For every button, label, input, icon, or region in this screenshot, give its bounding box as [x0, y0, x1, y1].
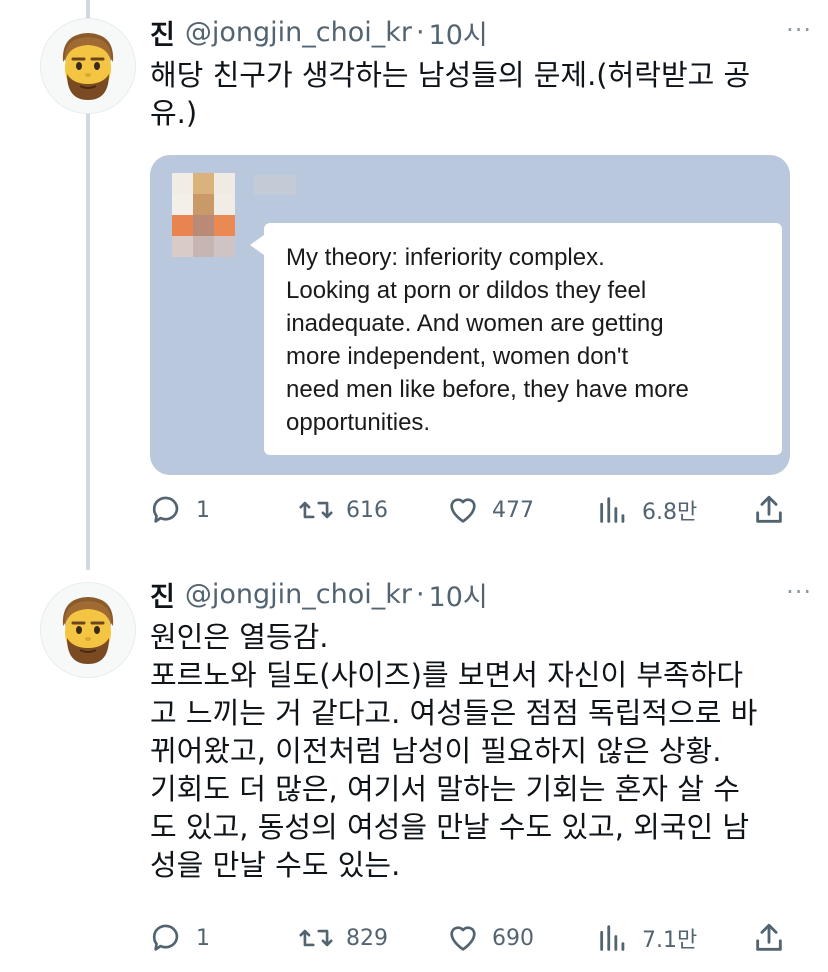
more-options-button[interactable]: ··· [786, 16, 812, 44]
timestamp[interactable]: 10시 [429, 575, 488, 614]
reply-count: 1 [196, 925, 210, 951]
avatar[interactable] [40, 18, 136, 114]
display-name[interactable]: 진 [150, 13, 175, 52]
message-bubble: My theory: inferiority complex. Looking … [250, 223, 782, 455]
separator: · [415, 16, 425, 48]
views-count: 7.1만 [642, 928, 698, 953]
views-button[interactable]: 6.8만 [596, 490, 697, 530]
action-bar: 1 616 477 6.8만 [150, 490, 814, 530]
retweet-button[interactable]: 616 [298, 490, 388, 530]
views-icon [600, 497, 625, 523]
retweet-count: 829 [346, 925, 388, 951]
retweet-button[interactable]: 829 [298, 918, 388, 958]
separator: · [415, 578, 425, 610]
retweet-count: 616 [346, 497, 388, 523]
blurred-name [254, 175, 296, 195]
user-handle[interactable]: @jongjin_choi_kr [185, 579, 412, 610]
user-handle[interactable]: @jongjin_choi_kr [185, 17, 412, 48]
tweet-header: 진 @jongjin_choi_kr · 10시 ··· [150, 575, 814, 614]
action-bar: 1 829 690 7.1만 [150, 918, 814, 958]
timestamp[interactable]: 10시 [429, 13, 488, 52]
tweet-header: 진 @jongjin_choi_kr · 10시 ··· [150, 13, 814, 52]
views-count: 6.8만 [642, 500, 698, 525]
retweet-icon [299, 501, 333, 519]
retweet-icon [299, 929, 333, 947]
avatar[interactable] [40, 582, 136, 678]
avatar-emoji [62, 597, 114, 664]
like-icon [450, 498, 476, 523]
like-count: 690 [492, 925, 534, 951]
message-text: My theory: inferiority complex. Looking … [286, 244, 689, 436]
pixelated-avatar [172, 173, 236, 257]
like-button[interactable]: 477 [446, 490, 534, 530]
reply-icon [152, 924, 179, 951]
reply-button[interactable]: 1 [150, 918, 210, 958]
like-button[interactable]: 690 [446, 918, 534, 958]
share-icon [756, 923, 782, 951]
tweet-text: 해당 친구가 생각하는 남성들의 문제.(허락받고 공 유.) [150, 58, 751, 130]
views-icon [600, 925, 625, 951]
like-icon [450, 926, 476, 951]
more-options-button[interactable]: ··· [786, 578, 812, 606]
reply-icon [152, 496, 179, 523]
share-icon [756, 495, 782, 523]
avatar-emoji [62, 33, 114, 100]
display-name[interactable]: 진 [150, 575, 175, 614]
like-count: 477 [492, 497, 534, 523]
share-button[interactable] [752, 918, 786, 958]
tweet[interactable]: 진 @jongjin_choi_kr · 10시 ··· 원인은 열등감. 포르… [0, 570, 828, 972]
views-button[interactable]: 7.1만 [596, 918, 697, 958]
tweet[interactable]: 진 @jongjin_choi_kr · 10시 ··· 해당 친구가 생각하는… [0, 0, 828, 540]
share-button[interactable] [752, 490, 786, 530]
tweet-text: 원인은 열등감. 포르노와 딜도(사이즈)를 보면서 자신이 부족하다 고 느끼… [150, 620, 758, 882]
reply-count: 1 [196, 497, 210, 523]
tweet-image[interactable]: My theory: inferiority complex. Looking … [150, 155, 790, 475]
reply-button[interactable]: 1 [150, 490, 210, 530]
